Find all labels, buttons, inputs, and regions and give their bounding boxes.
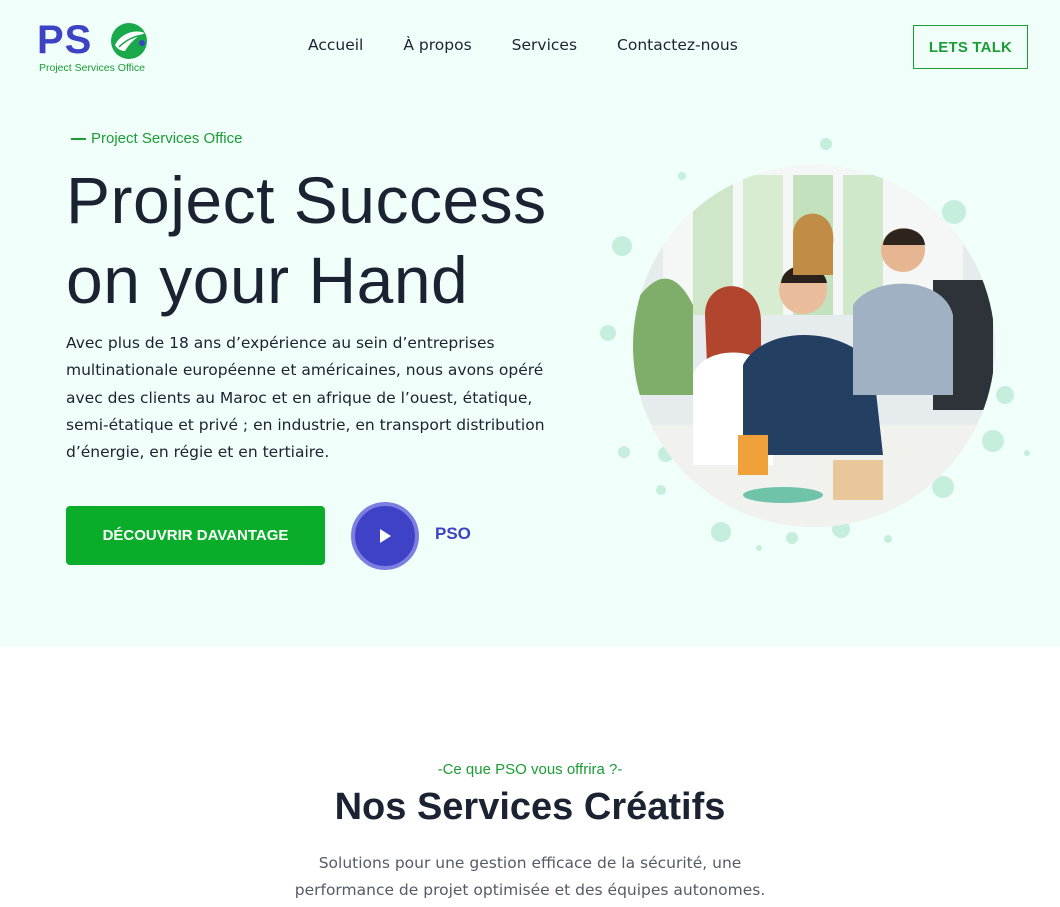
hero-eyebrow-text: Project Services Office: [91, 130, 243, 147]
decor-bubble: [678, 172, 686, 180]
video-play-button[interactable]: [351, 502, 419, 570]
decor-bubble: [1024, 450, 1030, 456]
logo[interactable]: PS Project Services Office: [37, 20, 152, 76]
nav-item-services[interactable]: Services: [512, 36, 577, 54]
nav-item-contact[interactable]: Contactez-nous: [617, 36, 738, 54]
decor-bubble: [942, 200, 966, 224]
services-title: Nos Services Créatifs: [334, 786, 726, 828]
decor-bubble: [982, 430, 1004, 452]
play-icon: [380, 529, 391, 543]
services-description: Solutions pour une gestion efficace de l…: [294, 854, 766, 899]
hero-eyebrow: Project Services Office: [71, 130, 242, 147]
decor-bubble: [656, 485, 666, 495]
team-photo-icon: [633, 165, 995, 527]
decor-bubble: [612, 236, 632, 256]
decor-bubble: [786, 532, 798, 544]
logo-tagline: Project Services Office: [39, 62, 146, 74]
decor-bubble: [884, 535, 892, 543]
services-eyebrow: -Ce que PSO vous offrira ?-: [437, 761, 623, 778]
decor-bubble: [820, 138, 832, 150]
hero-image-area: [596, 130, 1036, 560]
decor-bubble: [996, 386, 1014, 404]
decor-bubble: [711, 522, 731, 542]
nav-item-accueil[interactable]: Accueil: [308, 36, 363, 54]
discover-more-button[interactable]: DÉCOUVRIR DAVANTAGE: [66, 506, 325, 565]
eyebrow-dash: [71, 137, 86, 140]
decor-bubble: [618, 446, 630, 458]
decor-bubble: [756, 545, 762, 551]
decor-bubble: [600, 325, 616, 341]
hero-description: Avec plus de 18 ans d’expérience au sein…: [66, 334, 545, 462]
lets-talk-button[interactable]: LETS TALK: [913, 25, 1028, 69]
main-nav: Accueil À propos Services Contactez-nous: [308, 36, 778, 54]
hero-title: Project Success on your Hand: [66, 163, 547, 317]
video-label[interactable]: PSO: [435, 524, 471, 544]
team-photo: [633, 165, 995, 527]
nav-item-a-propos[interactable]: À propos: [403, 36, 471, 54]
logo-mark: PS: [37, 18, 93, 62]
leaf-logo-icon: [111, 23, 147, 59]
